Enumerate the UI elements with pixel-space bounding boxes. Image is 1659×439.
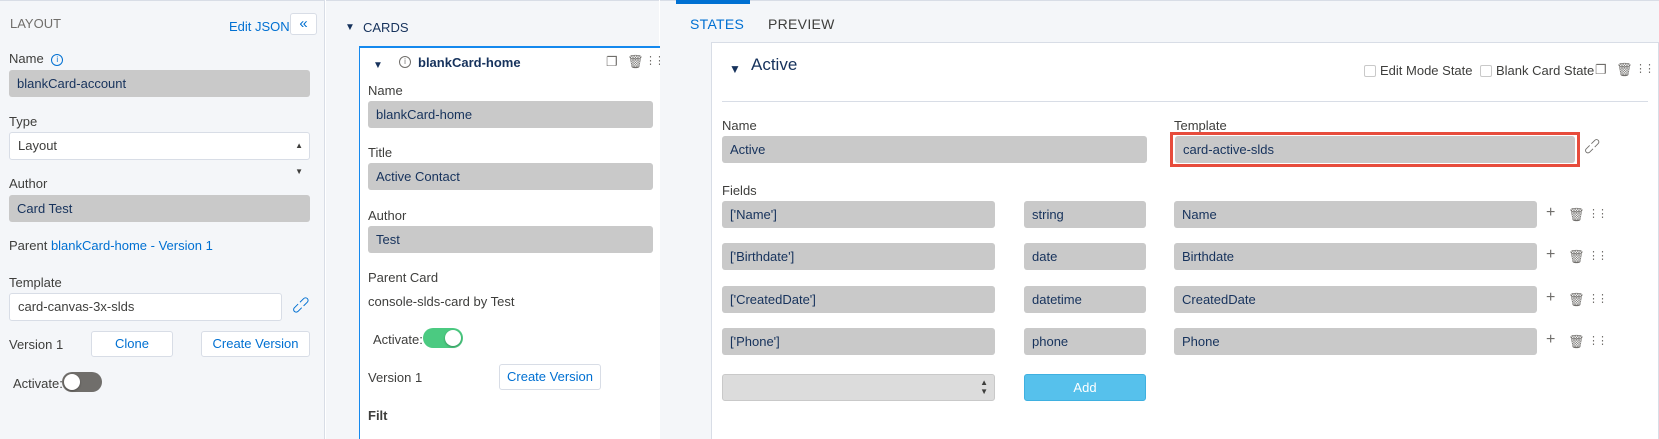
layout-name-input[interactable]: blankCard-account (9, 70, 310, 97)
layout-parent: Parent blankCard-home - Version 1 (9, 238, 213, 253)
delete-field-icon[interactable]: 🗑 (1568, 208, 1585, 222)
card-activate-label: Activate: (373, 332, 423, 347)
card-name-input[interactable]: blankCard-home (368, 101, 653, 128)
field-label-input[interactable]: Phone (1174, 328, 1537, 355)
card-name-label: Name (368, 83, 403, 98)
field-path-input[interactable]: ['Name'] (722, 201, 995, 228)
state-editor: ▼ Active Edit Mode State Blank Card Stat… (711, 42, 1659, 439)
delete-field-icon[interactable]: 🗑 (1568, 335, 1585, 349)
double-chevron-left-icon: « (299, 15, 308, 32)
card-info-icon[interactable]: i (399, 56, 411, 68)
field-label-input[interactable]: Name (1174, 201, 1537, 228)
cards-collapse-icon[interactable]: ▼ (345, 22, 355, 33)
layout-type-select[interactable]: Layout ▲ ▼ (9, 132, 310, 176)
select-arrows-icon: ▲ ▼ (980, 378, 988, 396)
info-icon[interactable]: i (51, 54, 64, 66)
state-collapse-icon[interactable]: ▼ (729, 62, 741, 76)
delete-field-icon[interactable]: 🗑 (1568, 293, 1585, 307)
field-type-input[interactable]: string (1024, 201, 1146, 228)
state-template-label: Template (1174, 118, 1227, 133)
field-path-input[interactable]: ['CreatedDate'] (722, 286, 995, 313)
state-template-input[interactable]: card-active-slds (1175, 136, 1575, 163)
state-divider (722, 101, 1648, 102)
card-author-input[interactable]: Test (368, 226, 653, 253)
edit-json-link[interactable]: Edit JSON (229, 19, 290, 34)
card-collapse-icon[interactable]: ▼ (373, 60, 383, 71)
card-title: blankCard-home (418, 55, 521, 70)
layout-template-label: Template (9, 275, 62, 290)
state-name-label: Name (722, 118, 757, 133)
card-create-version-button[interactable]: Create Version (499, 364, 601, 390)
card-title-label: Title (368, 145, 393, 160)
parent-card-value: console-slds-card by Test (368, 294, 515, 309)
card-top-border (359, 46, 678, 48)
clone-button[interactable]: Clone (91, 331, 173, 357)
add-field-icon[interactable]: + (1546, 205, 1555, 221)
layout-parent-label: Parent (9, 238, 48, 253)
card-version-label: Version 1 (368, 370, 423, 385)
layout-section-title: LAYOUT (10, 16, 62, 31)
edit-mode-label: Edit Mode State (1380, 63, 1473, 78)
layout-activate-toggle[interactable] (62, 372, 102, 392)
layout-type-value: Layout (18, 138, 58, 153)
layout-name-label: Name i (9, 51, 64, 66)
new-field-select[interactable]: ▲ ▼ (722, 374, 995, 401)
blank-card-label: Blank Card State (1496, 63, 1595, 78)
cards-section-title: CARDS (363, 20, 409, 35)
delete-card-icon[interactable]: 🗑 (627, 55, 644, 69)
card-title-input[interactable]: Active Contact (368, 163, 653, 190)
add-field-button[interactable]: Add (1024, 374, 1146, 401)
layout-activate-label: Activate: (13, 376, 63, 391)
active-tab-indicator (676, 0, 750, 4)
state-name-input[interactable]: Active (722, 136, 1147, 163)
add-field-icon[interactable]: + (1546, 247, 1555, 263)
field-type-input[interactable]: date (1024, 243, 1146, 270)
layout-author-input[interactable]: Card Test (9, 195, 310, 222)
state-title: Active (751, 55, 798, 74)
edit-mode-checkbox[interactable] (1364, 65, 1376, 77)
collapse-panel-button[interactable]: « (290, 13, 317, 35)
layout-version-label: Version 1 (9, 337, 64, 352)
tab-states[interactable]: STATES (690, 16, 744, 32)
card-activate-toggle[interactable] (423, 328, 463, 348)
field-path-input[interactable]: ['Phone'] (722, 328, 995, 355)
card-editor: ▼ i blankCard-home ❐ 🗑 ⋮⋮ Name blankCard… (359, 46, 678, 439)
field-drag-handle-icon[interactable]: ⋮⋮ (1588, 292, 1608, 306)
add-field-icon[interactable]: + (1546, 332, 1555, 348)
filter-label: Filt (368, 408, 388, 423)
fields-label: Fields (722, 183, 757, 198)
field-label-input[interactable]: CreatedDate (1174, 286, 1537, 313)
field-drag-handle-icon[interactable]: ⋮⋮ (1588, 249, 1608, 263)
delete-field-icon[interactable]: 🗑 (1568, 250, 1585, 264)
layout-author-label: Author (9, 176, 48, 191)
copy-card-icon[interactable]: ❐ (606, 55, 618, 69)
delete-state-icon[interactable]: 🗑 (1616, 63, 1633, 77)
state-drag-handle-icon[interactable]: ⋮⋮ (1635, 62, 1655, 76)
field-path-input[interactable]: ['Birthdate'] (722, 243, 995, 270)
tab-preview[interactable]: PREVIEW (768, 16, 835, 32)
select-arrows-icon: ▲ ▼ (295, 141, 303, 176)
parent-card-label: Parent Card (368, 270, 439, 285)
layout-panel: LAYOUT Edit JSON « Name i blankCard-acco… (0, 0, 325, 439)
layout-template-input[interactable]: card-canvas-3x-slds (9, 293, 282, 321)
field-type-input[interactable]: datetime (1024, 286, 1146, 313)
field-label-input[interactable]: Birthdate (1174, 243, 1537, 270)
layout-create-version-button[interactable]: Create Version (201, 331, 310, 357)
link-icon[interactable]: ⊂⊃ (288, 292, 315, 319)
field-drag-handle-icon[interactable]: ⋮⋮ (1588, 334, 1608, 348)
add-field-icon[interactable]: + (1546, 290, 1555, 306)
card-author-label: Author (368, 208, 407, 223)
copy-state-icon[interactable]: ❐ (1595, 63, 1607, 77)
field-drag-handle-icon[interactable]: ⋮⋮ (1588, 207, 1608, 221)
layout-type-label: Type (9, 114, 38, 129)
parent-link[interactable]: blankCard-home - Version 1 (51, 238, 213, 253)
blank-card-checkbox[interactable] (1480, 65, 1492, 77)
field-type-input[interactable]: phone (1024, 328, 1146, 355)
template-link-icon[interactable]: ⊂⊃ (1580, 134, 1604, 158)
